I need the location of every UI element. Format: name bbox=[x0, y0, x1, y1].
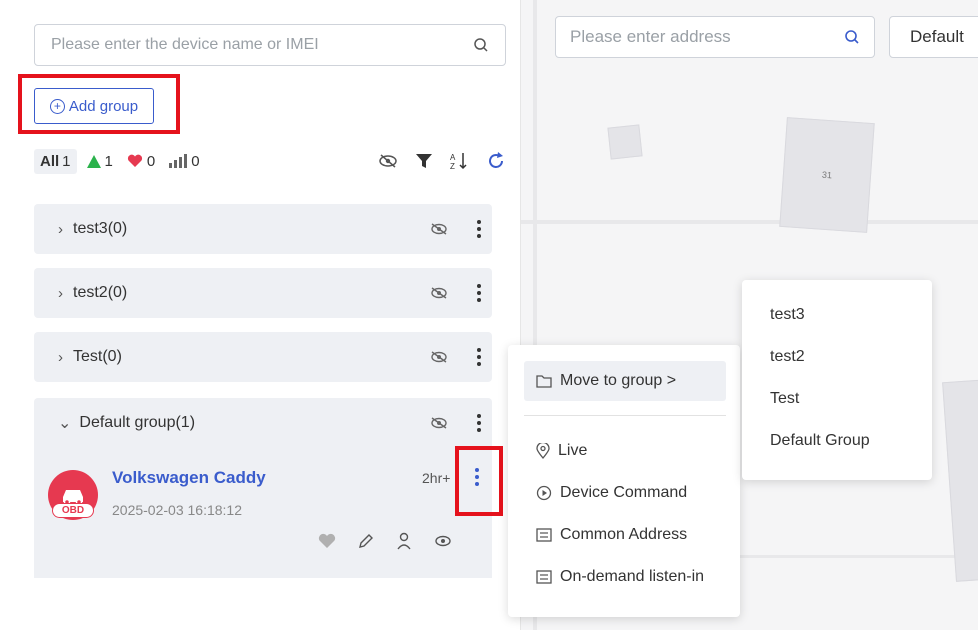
submenu-item-test3[interactable]: test3 bbox=[770, 306, 805, 324]
device-actions bbox=[318, 532, 452, 550]
device-name[interactable]: Volkswagen Caddy bbox=[112, 468, 266, 488]
chevron-right-icon[interactable]: › bbox=[58, 349, 63, 366]
filter-all-count: 1 bbox=[62, 152, 71, 170]
filter-favorite[interactable]: 0 bbox=[127, 153, 155, 170]
map-type-default-button[interactable]: Default bbox=[889, 16, 978, 58]
hide-eye-icon[interactable] bbox=[430, 417, 448, 429]
submenu-item-test2[interactable]: test2 bbox=[770, 348, 805, 366]
group-row-test3[interactable]: › test3(0) bbox=[34, 204, 492, 254]
sort-icon[interactable]: AZ bbox=[450, 152, 468, 170]
menu-common-address-label: Common Address bbox=[560, 526, 688, 543]
group-label: test2(0) bbox=[73, 284, 128, 301]
address-book-icon bbox=[536, 528, 552, 542]
filter-funnel-icon[interactable] bbox=[416, 153, 432, 169]
more-options-icon[interactable] bbox=[476, 348, 482, 366]
group-submenu: test3 test2 Test Default Group bbox=[742, 280, 932, 480]
device-item[interactable]: OBD Volkswagen Caddy 2025-02-03 16:18:12… bbox=[34, 448, 492, 578]
listen-icon bbox=[536, 570, 552, 584]
add-group-label: Add group bbox=[68, 97, 139, 115]
svg-text:Z: Z bbox=[450, 162, 455, 170]
filter-signal-count: 0 bbox=[191, 152, 200, 170]
plus-circle-icon: + bbox=[49, 98, 65, 114]
hide-eye-icon[interactable] bbox=[430, 223, 448, 235]
address-search-input[interactable]: Please enter address bbox=[555, 16, 875, 58]
status-filter-bar: All 1 1 0 0 AZ bbox=[34, 146, 506, 176]
menu-on-demand-listen-label: On-demand listen-in bbox=[560, 568, 705, 585]
submenu-item-test[interactable]: Test bbox=[770, 390, 799, 408]
menu-on-demand-listen[interactable]: On-demand listen-in bbox=[524, 557, 726, 597]
device-kebab-highlight bbox=[455, 446, 503, 516]
address-placeholder: Please enter address bbox=[570, 27, 731, 46]
folder-icon bbox=[536, 375, 552, 388]
chevron-right-icon[interactable]: › bbox=[58, 221, 63, 238]
hide-eye-icon[interactable] bbox=[430, 351, 448, 363]
device-timestamp: 2025-02-03 16:18:12 bbox=[112, 502, 242, 518]
hide-eye-icon[interactable] bbox=[378, 154, 398, 168]
group-label: Test(0) bbox=[73, 348, 122, 365]
device-search-input[interactable]: Please enter the device name or IMEI bbox=[34, 24, 506, 66]
menu-move-to-group[interactable]: Move to group > bbox=[524, 361, 726, 401]
group-row-test[interactable]: › Test(0) bbox=[34, 332, 492, 382]
menu-device-command-label: Device Command bbox=[560, 484, 688, 501]
filter-all[interactable]: All 1 bbox=[34, 148, 77, 174]
map-block-label: 31 bbox=[821, 169, 833, 181]
device-sidebar: Please enter the device name or IMEI + A… bbox=[0, 0, 520, 630]
heart-icon[interactable] bbox=[318, 533, 336, 549]
map-building bbox=[942, 378, 978, 582]
filter-online-count: 1 bbox=[104, 152, 113, 170]
eye-icon[interactable] bbox=[434, 535, 452, 547]
location-pin-icon bbox=[536, 443, 550, 459]
hide-eye-icon[interactable] bbox=[430, 287, 448, 299]
menu-live-label: Live bbox=[558, 442, 588, 459]
obd-badge: OBD bbox=[52, 503, 94, 518]
map-building-31: 31 bbox=[779, 117, 875, 233]
more-options-icon[interactable] bbox=[476, 284, 482, 302]
filter-online[interactable]: 1 bbox=[86, 152, 113, 170]
default-group-header[interactable]: ⌄ Default group(1) bbox=[34, 398, 492, 448]
chevron-down-icon[interactable]: ⌄ bbox=[58, 413, 71, 433]
more-options-icon[interactable] bbox=[476, 414, 482, 432]
device-search-placeholder: Please enter the device name or IMEI bbox=[51, 36, 319, 53]
default-group-section: ⌄ Default group(1) OBD Volkswagen Caddy … bbox=[34, 398, 492, 578]
search-icon[interactable] bbox=[473, 37, 489, 53]
group-label: test3(0) bbox=[73, 220, 128, 237]
more-options-icon[interactable] bbox=[476, 220, 482, 238]
chevron-right-icon[interactable]: › bbox=[58, 285, 63, 302]
filter-favorite-count: 0 bbox=[146, 152, 156, 170]
submenu-item-default-group[interactable]: Default Group bbox=[770, 432, 870, 450]
menu-live[interactable]: Live bbox=[524, 431, 726, 471]
triangle-up-icon bbox=[86, 154, 101, 168]
play-circle-icon bbox=[536, 485, 552, 501]
default-label: Default bbox=[910, 27, 964, 46]
filter-all-label: All bbox=[40, 152, 60, 170]
heart-icon bbox=[127, 154, 142, 167]
map-road bbox=[521, 220, 978, 224]
filter-signal[interactable]: 0 bbox=[169, 152, 200, 170]
group-row-test2[interactable]: › test2(0) bbox=[34, 268, 492, 318]
svg-text:A: A bbox=[450, 153, 456, 162]
edit-pencil-icon[interactable] bbox=[358, 533, 374, 549]
menu-device-command[interactable]: Device Command bbox=[524, 473, 726, 513]
device-context-menu: Move to group > Live Device Command Comm… bbox=[508, 345, 740, 617]
map-building bbox=[607, 124, 643, 160]
signal-bars-icon bbox=[169, 154, 188, 168]
search-icon[interactable] bbox=[844, 29, 860, 45]
device-last-seen: 2hr+ bbox=[422, 470, 451, 486]
user-location-icon[interactable] bbox=[396, 532, 412, 550]
group-label: Default group(1) bbox=[79, 414, 196, 431]
menu-divider bbox=[524, 415, 726, 416]
refresh-icon[interactable] bbox=[486, 151, 506, 171]
add-group-button[interactable]: + Add group bbox=[34, 88, 154, 124]
menu-move-to-group-label: Move to group > bbox=[560, 372, 677, 389]
menu-common-address[interactable]: Common Address bbox=[524, 515, 726, 555]
